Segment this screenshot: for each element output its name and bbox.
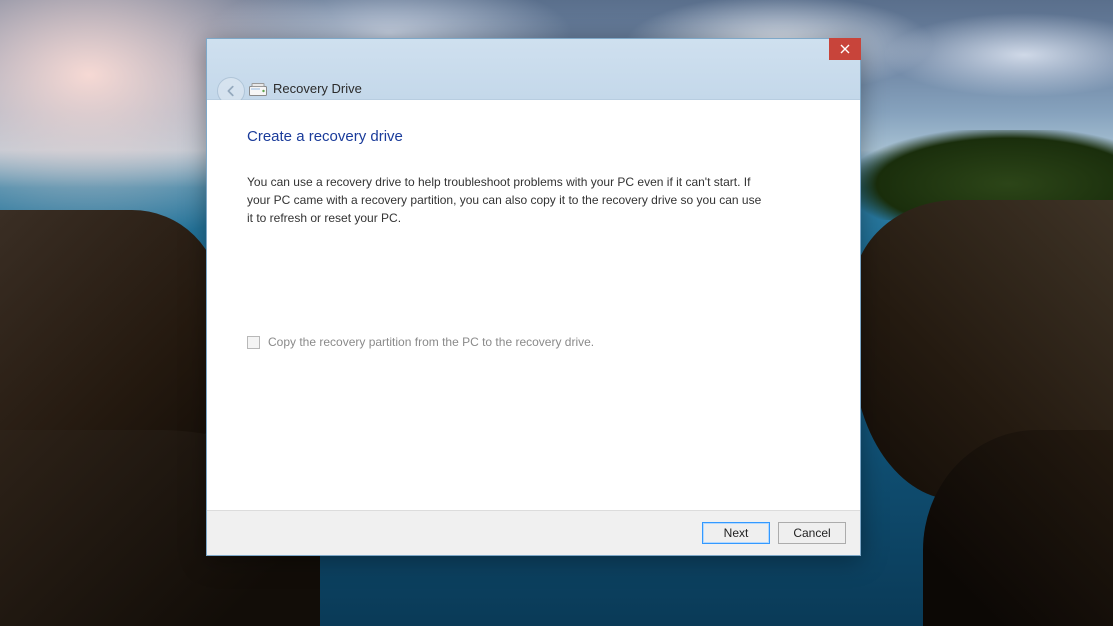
page-heading: Create a recovery drive [247, 128, 820, 145]
copy-partition-label: Copy the recovery partition from the PC … [268, 335, 594, 349]
next-button[interactable]: Next [702, 522, 770, 544]
window-title: Recovery Drive [273, 81, 362, 96]
desktop-wallpaper: Recovery Drive Create a recovery drive Y… [0, 0, 1113, 626]
back-arrow-icon [224, 84, 238, 98]
drive-icon [249, 83, 267, 97]
wizard-footer: Next Cancel [207, 510, 860, 555]
recovery-drive-window: Recovery Drive Create a recovery drive Y… [206, 38, 861, 556]
cancel-button[interactable]: Cancel [778, 522, 846, 544]
copy-partition-option: Copy the recovery partition from the PC … [247, 335, 820, 349]
close-button[interactable] [829, 38, 861, 60]
wizard-content: Create a recovery drive You can use a re… [207, 100, 860, 511]
page-description: You can use a recovery drive to help tro… [247, 173, 767, 227]
copy-partition-checkbox [247, 336, 260, 349]
close-icon [840, 44, 850, 54]
titlebar[interactable]: Recovery Drive [207, 39, 860, 100]
